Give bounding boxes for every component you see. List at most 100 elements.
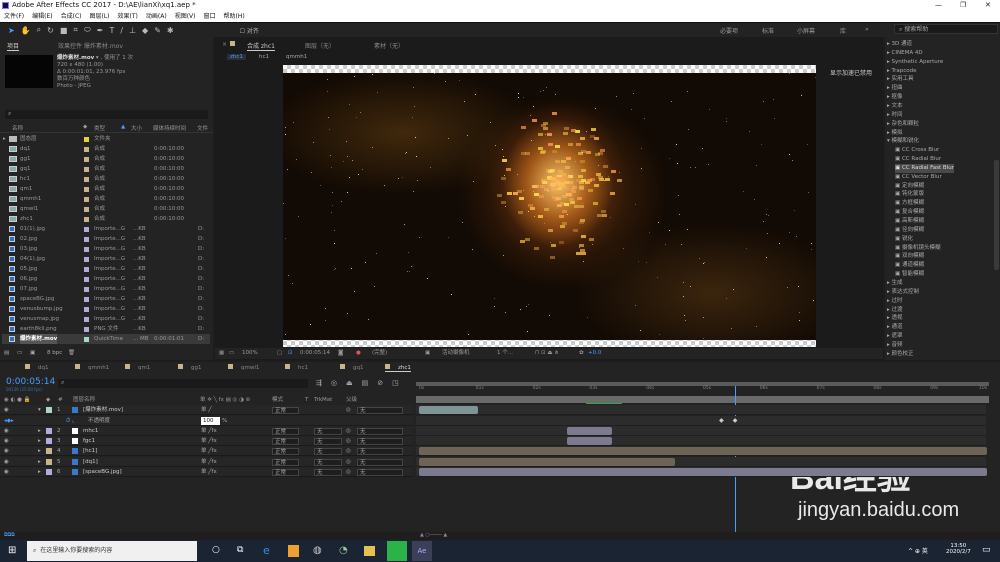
opacity-value-input[interactable]: 100 [201,417,220,425]
menu-item[interactable]: 视图(V) [175,11,196,22]
interpret-footage-icon[interactable]: ▤ [4,350,9,356]
label-swatch[interactable] [84,216,89,222]
layer-name[interactable]: [dq1] [83,457,98,467]
trkmat-dropdown[interactable]: 无 [314,437,342,445]
tab-project[interactable]: 项目 [7,41,20,51]
edge-icon[interactable]: e [263,544,270,557]
label-swatch[interactable] [84,186,89,192]
effect-category[interactable]: ▸ 颜色校正 [887,350,914,359]
label-swatch[interactable] [84,196,89,202]
expand-arrow-icon[interactable]: ▸ [38,457,41,467]
menu-item[interactable]: 效果(T) [118,11,138,22]
file-explorer-icon[interactable] [364,546,375,556]
parent-dropdown[interactable]: 无 [357,458,403,466]
layer-switches[interactable]: 单 ╱fx [201,467,217,477]
layer-duration-bar[interactable] [566,437,613,445]
camera-dropdown[interactable]: 活动摄像机 [442,348,470,359]
effect-item[interactable]: ▣ CC Radial Blur [895,155,941,164]
effect-item[interactable]: ▣ 锐化 [895,235,913,244]
project-item[interactable]: earth8kll.png PNG 文件 ...KB D: [2,324,210,334]
exposure-icon[interactable]: ✿ [579,348,584,359]
effect-category[interactable]: ▸ 生成 [887,279,903,288]
label-swatch[interactable] [84,146,89,152]
menu-item[interactable]: 文件(F) [4,11,24,22]
tab-footage[interactable]: 素材（无） [374,41,404,50]
project-item[interactable]: gq1 合成 0:00:10:00 [2,164,210,174]
expand-arrow-icon[interactable]: ▸ [38,467,41,477]
effect-item[interactable]: ▣ 智能模糊 [895,270,924,279]
timeline-tab-gg1[interactable]: gg1 [178,364,201,371]
hand-tool-icon[interactable]: ✋ [21,26,31,35]
project-item[interactable]: ▸ 固态层 文件夹 [2,134,210,144]
pickwhip-icon[interactable]: ◎ [346,436,351,446]
label-swatch[interactable] [84,166,89,172]
effect-category[interactable]: ▸ 音频 [887,341,903,350]
visibility-eye-icon[interactable]: ◉ [4,405,9,415]
project-item[interactable]: 爆炸素材.mov QuickTime ... MB 0:00:01:01 D: [2,334,210,344]
layer-duration-bar[interactable] [419,447,987,455]
label-swatch[interactable] [84,176,89,182]
layer-duration-bar[interactable] [419,406,479,414]
layer-name[interactable]: [爆炸素材.mov] [83,405,123,415]
effect-category[interactable]: ▸ 杂色和颗粒 [887,120,919,129]
visibility-eye-icon[interactable]: ◉ [4,436,9,446]
opacity-property-row[interactable]: ◂◆▸ ⏱ ⌞ 不透明度 100% [0,416,413,426]
layer-duration-bar[interactable] [419,458,675,466]
breadcrumb-qmmh1[interactable]: qmmh1 [286,54,307,60]
project-item[interactable]: hc1 合成 0:00:10:00 [2,174,210,184]
effect-category[interactable]: ▸ 遮罩 [887,332,903,341]
clock[interactable]: 13:50 2020/2/7 [946,543,971,555]
eraser-tool-icon[interactable]: ◆ [142,26,148,35]
text-tool-icon[interactable]: T [109,26,114,35]
effect-category[interactable]: ▸ 过时 [887,297,903,306]
visibility-eye-icon[interactable]: ◉ [4,457,9,467]
exposure-value[interactable]: +0.0 [588,348,601,359]
app-icon-2[interactable]: ◍ [313,545,322,556]
brush-tool-icon[interactable]: / [120,26,123,35]
timeline-tab-gq1[interactable]: gq1 [340,364,363,371]
roi-icon[interactable]: ⊡ [288,348,293,359]
project-item[interactable]: venusmap.jpg Importe...G ...KB D: [2,314,210,324]
expand-arrow-icon[interactable]: ▸ [38,426,41,436]
timeline-tab-zhc1[interactable]: zhc1 [385,364,411,372]
effect-category[interactable]: ▸ 实用工具 [887,75,914,84]
display-icon[interactable]: ▭ [229,348,234,359]
effect-category[interactable]: ▸ Synthetic Aperture [887,58,943,67]
label-swatch[interactable] [84,286,89,292]
effect-category[interactable]: ▸ 扭曲 [887,84,903,93]
project-item[interactable]: venusbump.jpg Importe...G ...KB D: [2,304,210,314]
label-swatch[interactable] [84,136,89,142]
effect-category[interactable]: ▸ 文本 [887,102,903,111]
views-dropdown[interactable]: 1 个... [497,348,513,359]
zoom-slider[interactable]: ▲ ○──── ▲ [420,532,447,538]
layer-row[interactable]: ◉ ▸ 4 [hc1] 单 ╱fx 正常 无 ◎ 无 [0,446,413,456]
pickwhip-icon[interactable]: ◎ [346,426,351,436]
label-swatch[interactable] [84,266,89,272]
view-options-icons[interactable]: ⊓ ⊡ ⏏ ⋔ [535,348,559,359]
project-item[interactable]: 04(1).jpg Importe...G ...KB D: [2,254,210,264]
label-swatch[interactable] [84,236,89,242]
col-type[interactable]: 类型 [94,124,105,132]
viewer-timecode[interactable]: 0:00:05:14 [300,348,330,359]
pickwhip-icon[interactable]: ◎ [346,467,351,477]
camera-tool-icon[interactable]: ■ [60,26,68,35]
blend-mode-dropdown[interactable]: 正常 [272,447,299,455]
effect-item[interactable]: ▣ 摄像机镜头模糊 [895,244,940,253]
menu-item[interactable]: 帮助(H) [224,11,245,22]
task-view-icon[interactable]: ⧉ [237,545,243,555]
timeline-tab-qmwl1[interactable]: qmwl1 [228,364,259,371]
expand-arrow-icon[interactable]: ▸ [3,134,6,144]
label-swatch[interactable] [84,256,89,262]
project-item[interactable]: 01(1).jpg Importe...G ...KB D: [2,224,210,234]
time-ruler[interactable]: 0s 01s 02s 03s 04s 05s 06s 07s 08s 09s 10s [416,386,989,396]
layer-label-swatch[interactable] [46,469,52,475]
layer-duration-bar[interactable] [566,427,613,435]
effect-item[interactable]: ▣ 双向模糊 [895,252,924,261]
layer-label-swatch[interactable] [46,428,52,434]
composition-canvas[interactable] [283,65,816,347]
keyframe-icon[interactable]: ◆ [719,417,724,424]
new-folder-icon[interactable]: ▭ [17,350,22,356]
new-comp-icon[interactable]: ▣ [30,350,35,356]
expand-arrow-icon[interactable]: ▸ [38,446,41,456]
app-icon-1[interactable] [288,545,299,557]
